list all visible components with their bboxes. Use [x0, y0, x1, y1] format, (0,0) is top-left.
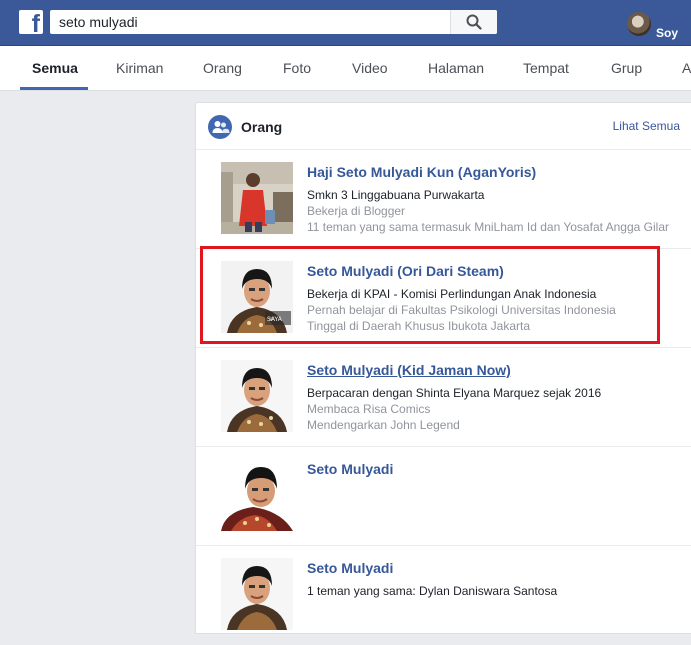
tab-tempat[interactable]: Tempat	[523, 46, 569, 90]
result-detail: 11 teman yang sama termasuk MniLham Id d…	[307, 220, 669, 234]
result-detail: Smkn 3 Linggabuana Purwakarta	[307, 188, 485, 202]
result-name[interactable]: Seto Mulyadi (Kid Jaman Now)	[307, 362, 511, 378]
tab-halaman[interactable]: Halaman	[428, 46, 484, 90]
search-filter-tabs: Semua Kiriman Orang Foto Video Halaman T…	[0, 46, 691, 91]
result-detail: Bekerja di Blogger	[307, 204, 406, 218]
profile-photo[interactable]	[221, 162, 293, 234]
tab-orang[interactable]: Orang	[203, 46, 242, 90]
result-name[interactable]: Haji Seto Mulyadi Kun (AganYoris)	[307, 164, 536, 180]
user-avatar[interactable]	[627, 12, 651, 36]
people-results-panel: Orang Lihat Semua Haji Seto Mulyadi Kun …	[195, 102, 691, 645]
section-title: Orang	[241, 119, 283, 135]
profile-photo[interactable]	[221, 558, 293, 630]
see-all-link[interactable]: Lihat Semua	[613, 119, 680, 133]
search-icon	[466, 14, 482, 30]
people-icon	[208, 115, 232, 139]
result-detail: Membaca Risa Comics	[307, 402, 431, 416]
search-input[interactable]	[50, 10, 459, 34]
tab-semua[interactable]: Semua	[32, 46, 78, 90]
people-section-header: Orang Lihat Semua	[196, 103, 691, 150]
result-name[interactable]: Seto Mulyadi	[307, 560, 393, 576]
result-detail: 1 teman yang sama: Dylan Daniswara Santo…	[307, 584, 558, 598]
top-navigation-bar: f Soy	[0, 0, 691, 46]
tab-kiriman[interactable]: Kiriman	[116, 46, 163, 90]
result-detail: Mendengarkan John Legend	[307, 418, 460, 432]
result-name[interactable]: Seto Mulyadi	[307, 461, 393, 477]
highlight-box	[200, 246, 660, 344]
search-button[interactable]	[450, 10, 497, 34]
result-item[interactable]: Seto Mulyadi (Kid Jaman Now) Berpacaran …	[196, 348, 691, 447]
tab-foto[interactable]: Foto	[283, 46, 311, 90]
result-item[interactable]: Haji Seto Mulyadi Kun (AganYoris) Smkn 3…	[196, 150, 691, 249]
search-box	[50, 10, 497, 34]
user-name-link[interactable]: Soy	[656, 26, 678, 40]
result-item[interactable]: Seto Mulyadi	[196, 447, 691, 546]
facebook-logo-icon[interactable]: f	[19, 10, 43, 34]
result-item[interactable]: Seto Mulyadi 1 teman yang sama: Dylan Da…	[196, 546, 691, 645]
profile-photo[interactable]	[221, 459, 293, 531]
tab-grup[interactable]: Grup	[611, 46, 642, 90]
tab-more[interactable]: A	[682, 46, 691, 90]
active-tab-indicator	[20, 87, 88, 90]
result-detail: Berpacaran dengan Shinta Elyana Marquez …	[307, 386, 602, 400]
profile-photo[interactable]	[221, 360, 293, 432]
tab-video[interactable]: Video	[352, 46, 388, 90]
